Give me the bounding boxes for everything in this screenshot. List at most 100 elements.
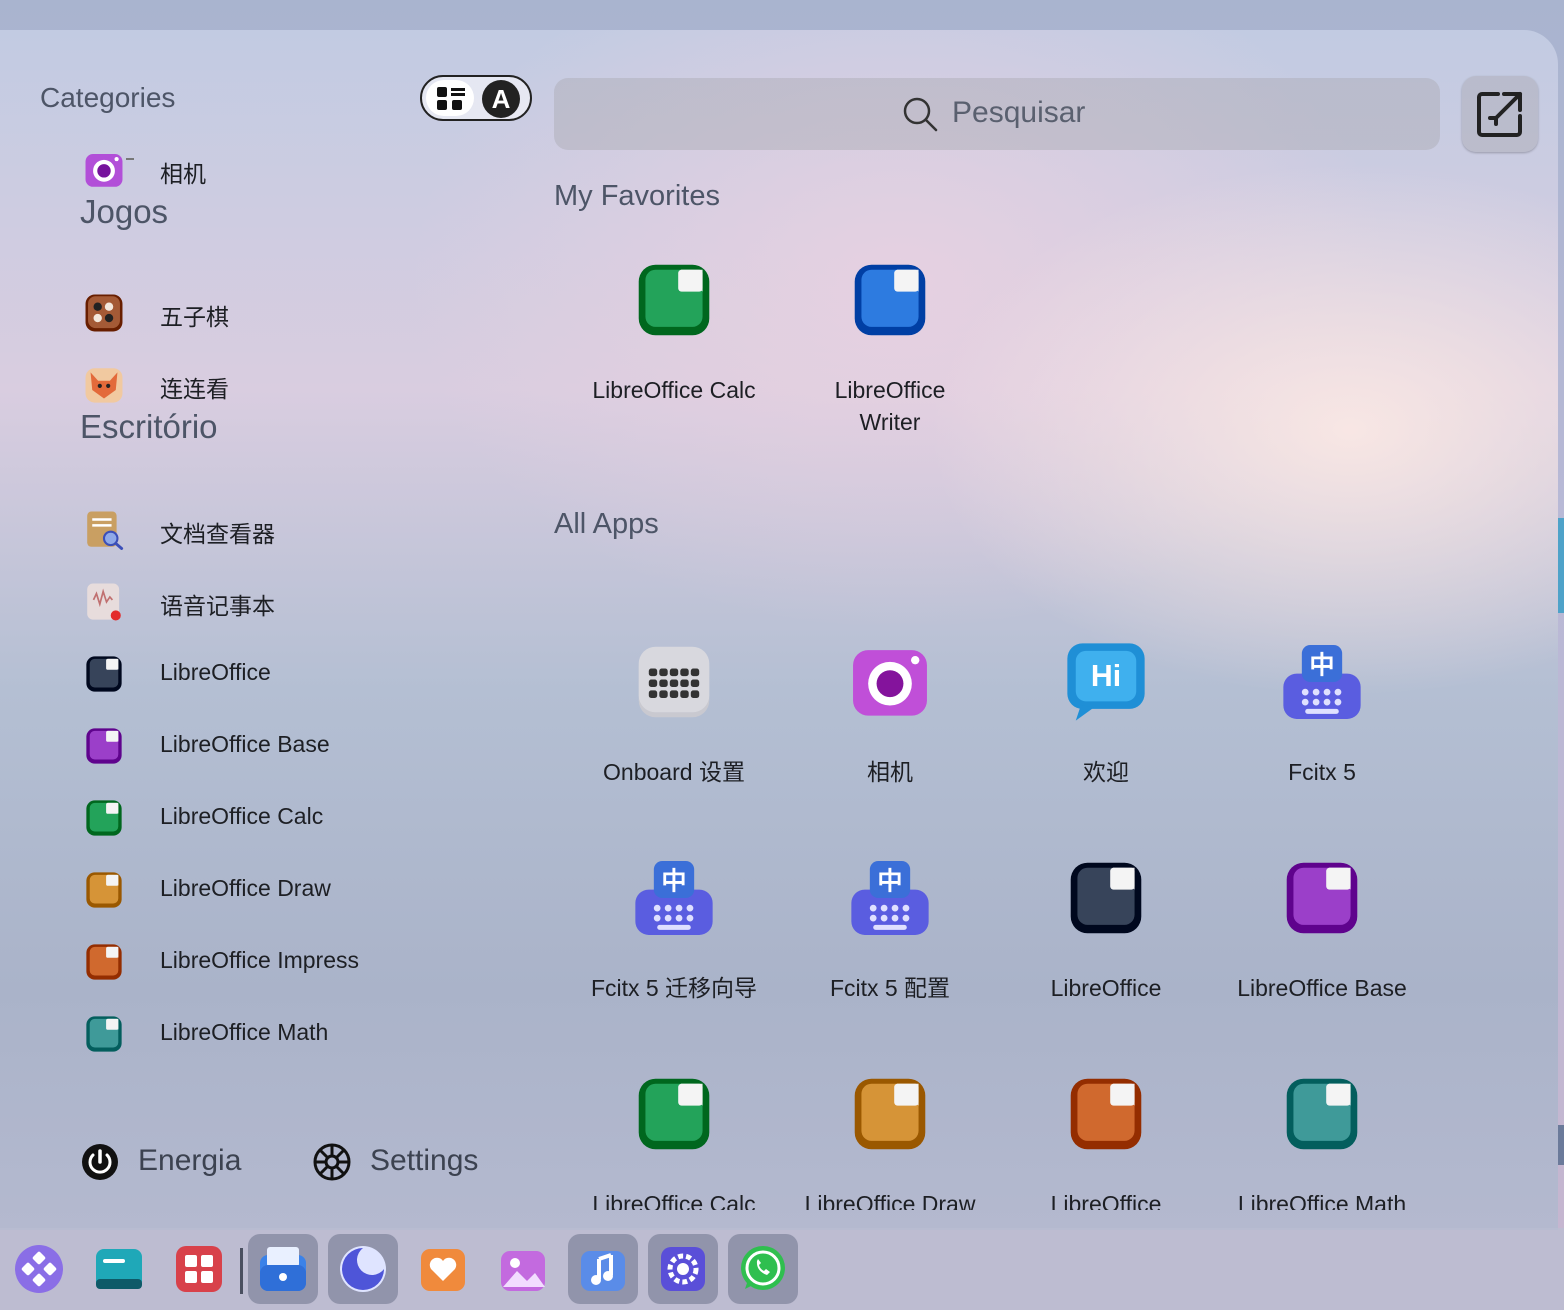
alphabetical-view-icon[interactable]: A: [482, 80, 520, 118]
expand-icon: [1477, 92, 1522, 137]
categories-title: Categories: [40, 82, 176, 113]
keyboard-icon: [632, 640, 716, 724]
gear-icon: [313, 1143, 351, 1181]
sidebar-app-label: LibreOffice Math: [160, 1019, 329, 1045]
search-icon: [903, 97, 938, 132]
dock-separator: [240, 1248, 243, 1294]
sidebar-app-item[interactable]: 五子棋: [80, 288, 500, 338]
category-sidebar: 相机 Jogos 五子棋 连连看 Escritório 文档查看器 语音记事本 Li…: [0, 130, 520, 1100]
sidebar-app-label: LibreOffice Impress: [160, 947, 359, 973]
favorites-title: My Favorites: [554, 180, 720, 212]
libreoffice-impress-icon: [83, 941, 125, 983]
libreoffice-base-icon: [1280, 856, 1364, 940]
app-name: LibreOffice Draw: [804, 1191, 976, 1210]
power-button[interactable]: Energia: [80, 1140, 250, 1186]
camera-icon: [83, 149, 125, 191]
sidebar-app-item[interactable]: 文档查看器: [80, 505, 500, 555]
search-placeholder: Pesquisar: [952, 96, 1086, 129]
app-launcher: Categories A 相机 Jogos 五子棋 连连看 Escritório…: [0, 30, 1558, 1230]
camera-icon: [848, 640, 932, 724]
sidebar-app-label: LibreOffice Calc: [160, 803, 324, 829]
sidebar-app-item[interactable]: LibreOffice Draw: [80, 865, 500, 915]
input-method-icon: 中: [632, 856, 716, 940]
music-icon[interactable]: [568, 1234, 638, 1304]
sidebar-app-label: 相机: [160, 161, 206, 187]
welcome-hi-icon: Hi: [1064, 640, 1148, 724]
libreoffice-base-icon: [83, 725, 125, 767]
power-icon: [82, 1144, 118, 1180]
app-name: LibreOffice Math: [1237, 1191, 1407, 1210]
app-name: Onboard 设置: [603, 759, 745, 785]
document-viewer-icon: [83, 509, 125, 551]
libreoffice-draw-icon: [848, 1072, 932, 1156]
libreoffice-impress-icon: [1064, 1072, 1148, 1156]
sidebar-app-label: 五子棋: [160, 304, 229, 330]
svg-text:中: 中: [661, 867, 686, 896]
app-name: 相机: [867, 759, 913, 785]
svg-text:Hi: Hi: [1091, 660, 1121, 693]
search-field[interactable]: Pesquisar: [554, 78, 1440, 150]
voice-notes-icon: [83, 581, 125, 623]
sidebar-app-label: 连连看: [160, 376, 229, 402]
category-heading[interactable]: Jogos: [80, 193, 168, 231]
libreoffice-writer-icon: [848, 258, 932, 342]
favorites-grid: LibreOffice Calc LibreOffice Writer: [566, 258, 1466, 478]
sidebar-app-label: LibreOffice: [160, 659, 271, 685]
app-store-icon[interactable]: [164, 1234, 234, 1304]
file-manager-icon[interactable]: [248, 1234, 318, 1304]
libreoffice-calc-icon: [83, 797, 125, 839]
notes-icon[interactable]: [408, 1234, 478, 1304]
view-mode-toggle[interactable]: A: [420, 75, 532, 121]
app-name: LibreOffice: [1050, 975, 1162, 1001]
sidebar-app-label: 文档查看器: [160, 521, 275, 547]
sidebar-app-label: LibreOffice Base: [160, 731, 330, 757]
libreoffice-calc-icon: [632, 1072, 716, 1156]
terminal-icon[interactable]: [84, 1234, 154, 1304]
svg-text:中: 中: [877, 867, 902, 896]
app-name: LibreOffice Calc: [592, 377, 756, 403]
sidebar-app-item[interactable]: 语音记事本: [80, 577, 500, 627]
app-name: 欢迎: [1083, 759, 1129, 785]
libreoffice-math-icon: [1280, 1072, 1364, 1156]
photos-icon[interactable]: [488, 1234, 558, 1304]
app-name: LibreOffice Calc: [592, 1191, 756, 1210]
app-name: Fcitx 5 迁移向导: [590, 975, 758, 1001]
fox-icon: [83, 364, 125, 406]
launcher-icon[interactable]: [4, 1234, 74, 1304]
browser-icon[interactable]: [328, 1234, 398, 1304]
libreoffice-calc-icon: [632, 258, 716, 342]
whatsapp-icon[interactable]: [728, 1234, 798, 1304]
sidebar-app-item[interactable]: LibreOffice Base: [80, 721, 500, 771]
all-apps-grid: 计算器字体管理器归档管理器LibreOffice Writer Onboard …: [554, 530, 1454, 1210]
category-view-icon[interactable]: [426, 80, 474, 116]
power-label: Energia: [138, 1144, 242, 1177]
settings-button[interactable]: Settings: [312, 1140, 492, 1186]
sidebar-app-label: LibreOffice Draw: [160, 875, 331, 901]
input-method-icon: 中: [1280, 640, 1364, 724]
window-edge-accent: [1558, 1125, 1564, 1165]
libreoffice-icon: [1064, 856, 1148, 940]
sidebar-app-item[interactable]: 连连看: [80, 360, 500, 410]
input-method-icon: 中: [848, 856, 932, 940]
app-name: Fcitx 5 配置: [829, 975, 951, 1001]
window-edge-accent: [1558, 518, 1564, 613]
sidebar-app-item[interactable]: LibreOffice: [80, 649, 500, 699]
libreoffice-icon: [83, 653, 125, 695]
app-name: LibreOffice Base: [1237, 975, 1407, 1001]
svg-text:中: 中: [1309, 651, 1334, 680]
app-name: Fcitx 5: [1288, 759, 1356, 785]
libreoffice-math-icon: [83, 1013, 125, 1055]
sidebar-app-item[interactable]: LibreOffice Impress: [80, 937, 500, 987]
sidebar-app-label: 语音记事本: [160, 593, 275, 619]
libreoffice-draw-icon: [83, 869, 125, 911]
settings-label: Settings: [370, 1144, 479, 1177]
dock: [0, 1228, 1564, 1310]
app-name: LibreOffice Writer: [834, 377, 946, 435]
sidebar-app-item[interactable]: LibreOffice Math: [80, 1009, 500, 1059]
gomoku-icon: [83, 292, 125, 334]
settings-icon[interactable]: [648, 1234, 718, 1304]
fullscreen-toggle-button[interactable]: [1462, 76, 1538, 152]
sidebar-app-item[interactable]: 相机: [80, 145, 500, 195]
category-heading[interactable]: Escritório: [80, 408, 218, 446]
sidebar-app-item[interactable]: LibreOffice Calc: [80, 793, 500, 843]
